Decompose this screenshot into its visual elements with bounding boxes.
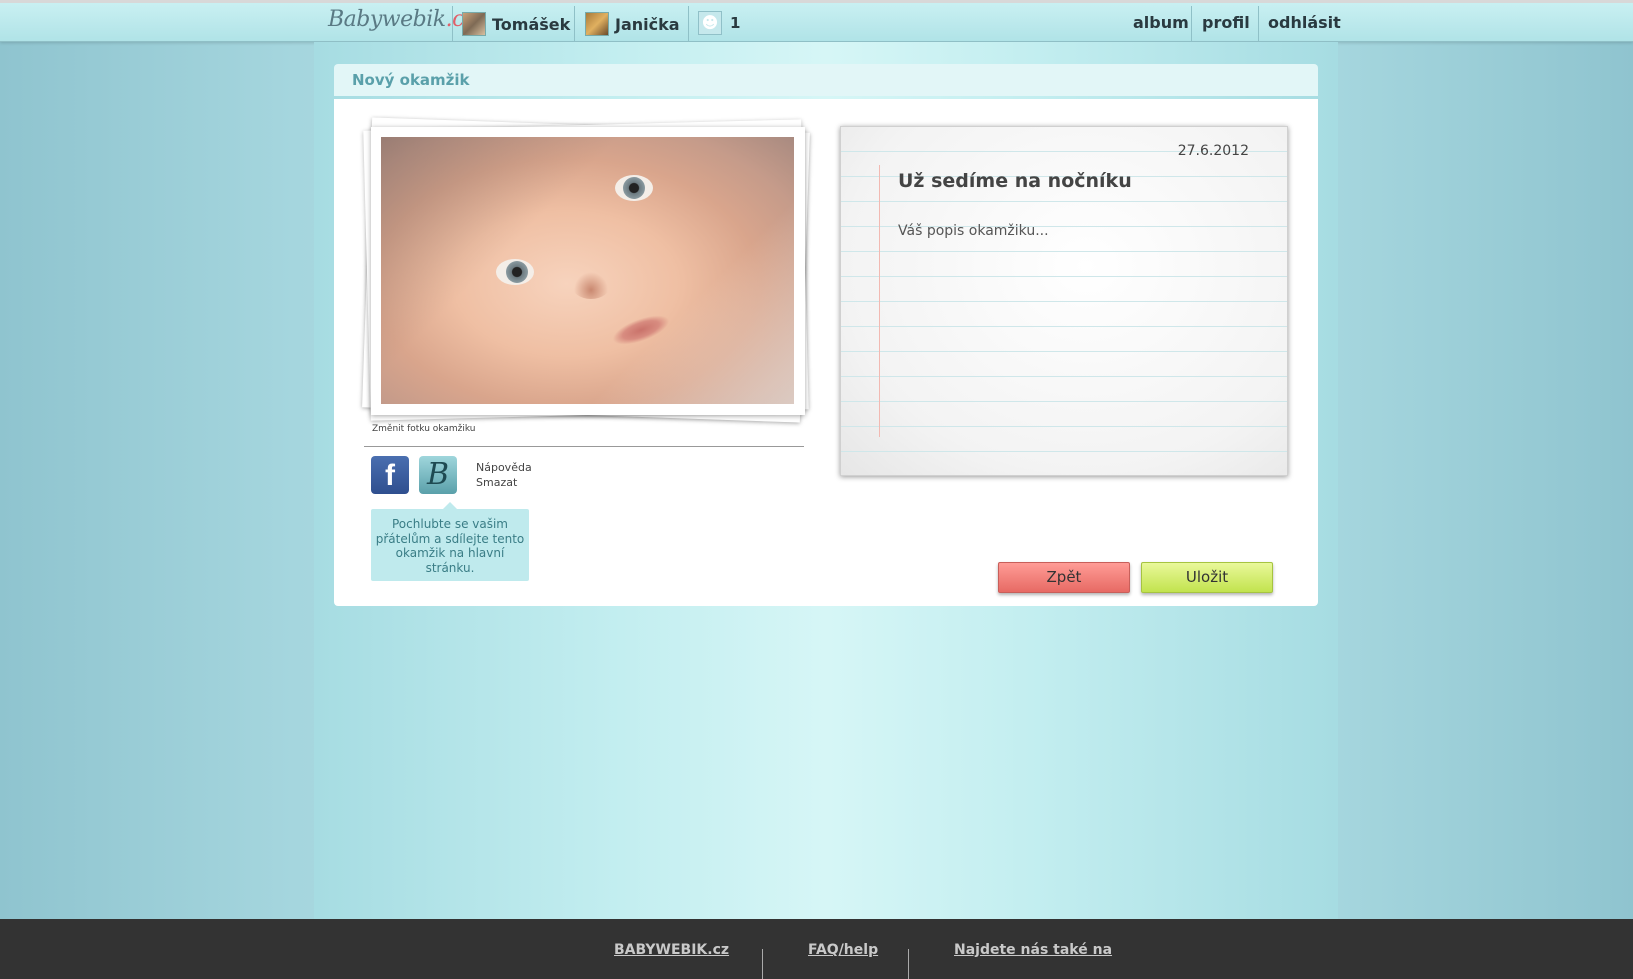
- page-title: Nový okamžik: [352, 71, 470, 89]
- footer-divider: [762, 949, 763, 979]
- section-header: Nový okamžik: [334, 64, 1318, 96]
- nav-logout-link[interactable]: odhlásit: [1268, 13, 1341, 32]
- top-navigation-bar: Babywebik.cz Tomášek Janička ☻ 1 album p…: [0, 0, 1633, 42]
- moment-title-input[interactable]: Už sedíme na nočníku: [898, 170, 1132, 192]
- baby-silhouette-icon: ☻: [698, 11, 722, 35]
- facebook-icon[interactable]: f: [371, 456, 409, 494]
- nav-divider: [574, 6, 575, 42]
- child-avatar: [585, 12, 609, 36]
- nav-divider: [452, 6, 453, 42]
- child-name: Janička: [615, 14, 680, 34]
- footer-link-home[interactable]: BABYWEBIK.cz: [614, 942, 729, 958]
- divider: [364, 446, 804, 447]
- child-name: Tomášek: [492, 14, 571, 34]
- child-avatar: [462, 12, 486, 36]
- nav-album-link[interactable]: album: [1133, 13, 1189, 32]
- back-button[interactable]: Zpět: [998, 562, 1130, 593]
- child-tab-janicka[interactable]: Janička: [585, 11, 680, 37]
- babywebik-b-icon[interactable]: B: [419, 456, 457, 494]
- nav-profile-link[interactable]: profil: [1202, 13, 1250, 32]
- logo-text: Babywebik: [328, 7, 446, 32]
- add-child-button[interactable]: ☻ 1: [698, 11, 740, 35]
- moment-date[interactable]: 27.6.2012: [1178, 143, 1249, 159]
- nav-divider: [1191, 6, 1192, 42]
- moment-photo-frame[interactable]: [371, 127, 805, 415]
- change-photo-link[interactable]: Změnit fotku okamžiku: [372, 424, 475, 434]
- footer-link-faq[interactable]: FAQ/help: [808, 942, 878, 958]
- note-margin-line: [879, 165, 880, 437]
- child-tab-tomasek[interactable]: Tomášek: [462, 11, 570, 37]
- moment-photo: [381, 137, 794, 404]
- share-tooltip: Pochlubte se vašim přátelům a sdílejte t…: [371, 502, 529, 581]
- footer-divider: [908, 949, 909, 979]
- side-links: Nápověda Smazat: [476, 460, 532, 490]
- delete-link[interactable]: Smazat: [476, 475, 532, 490]
- help-link[interactable]: Nápověda: [476, 460, 532, 475]
- nav-divider: [1258, 6, 1259, 42]
- footer-link-social[interactable]: Najdete nás také na: [954, 942, 1112, 958]
- moment-note-card: 27.6.2012 Už sedíme na nočníku Váš popis…: [840, 126, 1288, 476]
- moment-description-input[interactable]: Váš popis okamžiku...: [898, 223, 1049, 239]
- add-child-count: 1: [730, 14, 741, 32]
- nav-divider: [688, 6, 689, 42]
- footer: BABYWEBIK.cz FAQ/help Najdete nás také n…: [0, 919, 1633, 979]
- save-button[interactable]: Uložit: [1141, 562, 1273, 593]
